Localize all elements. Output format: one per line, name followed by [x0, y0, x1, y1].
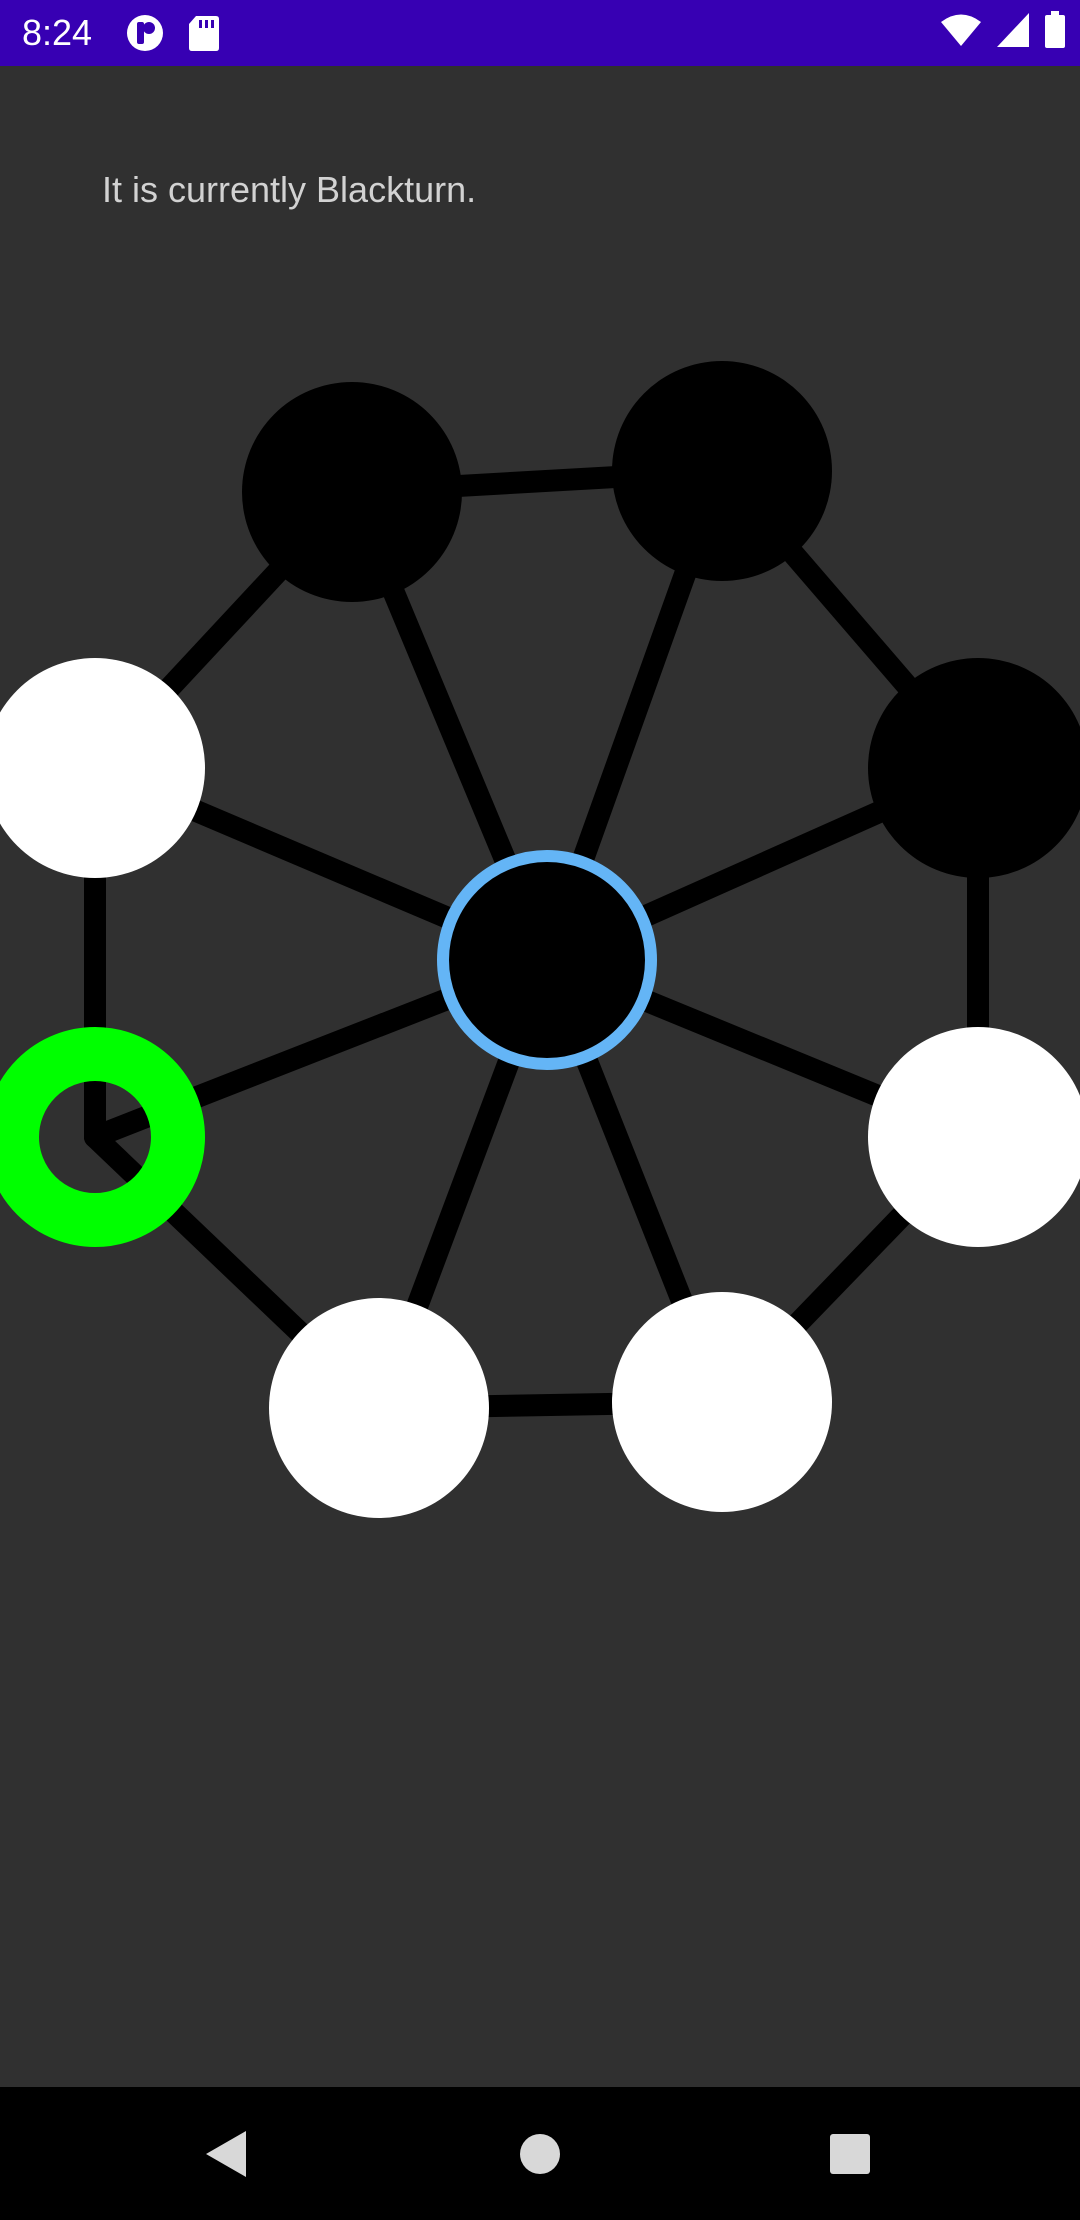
sd-card-icon — [188, 14, 220, 52]
cellular-signal-icon — [996, 12, 1030, 53]
status-time: 8:24 — [22, 12, 93, 53]
recents-icon — [830, 2133, 870, 2174]
board-node-bottom-left[interactable] — [269, 1298, 489, 1518]
board-node-bottom-right[interactable] — [612, 1292, 832, 1512]
back-icon — [206, 2130, 246, 2177]
white-piece[interactable] — [868, 1027, 1080, 1247]
board-node-top-left[interactable] — [242, 382, 462, 602]
board-node-right-upper[interactable] — [868, 658, 1080, 878]
back-button[interactable] — [156, 2087, 296, 2220]
game-board — [0, 300, 1080, 1600]
status-bar: 8:24 — [0, 0, 1080, 66]
white-piece[interactable] — [612, 1292, 832, 1512]
black-piece[interactable] — [868, 658, 1080, 878]
home-button[interactable] — [470, 2087, 610, 2220]
black-piece[interactable] — [612, 361, 832, 581]
app-notification-icon — [126, 14, 164, 52]
navigation-bar — [0, 2087, 1080, 2220]
board-canvas — [0, 361, 1080, 1518]
turn-status-text: It is currently Blackturn. — [102, 169, 477, 210]
battery-icon — [1044, 10, 1066, 54]
board-node-center[interactable] — [437, 850, 657, 1070]
white-piece[interactable] — [269, 1298, 489, 1518]
home-icon — [520, 2133, 560, 2174]
wifi-icon — [940, 13, 982, 52]
black-piece[interactable] — [242, 382, 462, 602]
board-node-top-right[interactable] — [612, 361, 832, 581]
recents-button[interactable] — [780, 2087, 920, 2220]
board-node-right-lower[interactable] — [868, 1027, 1080, 1247]
